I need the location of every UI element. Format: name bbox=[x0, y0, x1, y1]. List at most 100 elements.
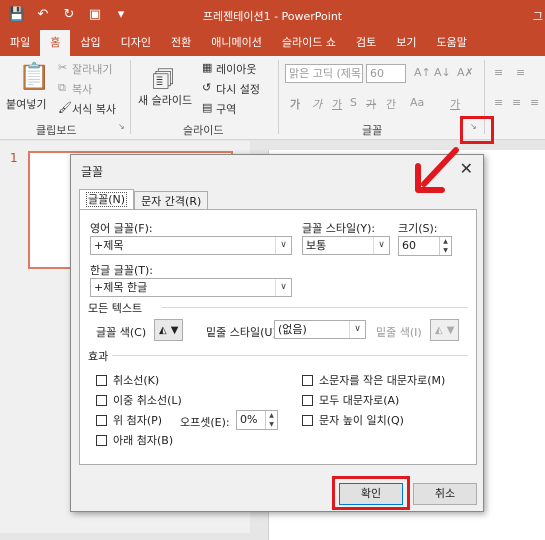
tab-home[interactable]: 홈 bbox=[40, 30, 71, 56]
reset-icon[interactable]: ↺ bbox=[202, 81, 211, 94]
asian-font-label: 한글 글꼴(T): bbox=[90, 264, 153, 277]
tab-review[interactable]: 검토 bbox=[346, 30, 386, 56]
font-name-combo[interactable]: 맑은 고딕 (제목 bbox=[285, 64, 363, 83]
shrink-font-icon[interactable]: A↓ bbox=[434, 66, 451, 79]
cut-button[interactable]: 잘라내기 bbox=[72, 61, 112, 77]
strikethrough-icon[interactable]: 가 bbox=[366, 96, 376, 112]
chevron-down-icon: ∨ bbox=[275, 279, 291, 296]
tab-design[interactable]: 디자인 bbox=[111, 30, 161, 56]
underline-style-label: 밑줄 스타일(U) bbox=[206, 326, 277, 339]
spinner-arrows-icon[interactable]: ▲ ▼ bbox=[439, 237, 451, 255]
copy-icon[interactable]: ⧉ bbox=[58, 81, 66, 95]
clipboard-group-label: 클립보드 bbox=[36, 124, 77, 137]
paint-bucket-icon: ◭ bbox=[435, 324, 443, 336]
font-tab-panel: 영어 글꼴(F): +제목 ∨ 글꼴 스타일(Y): 보통 ∨ 크기(S): 6… bbox=[79, 209, 477, 465]
new-slide-button[interactable]: 새 슬라이드 bbox=[138, 92, 192, 108]
underline-color-label: 밑줄 색(I) bbox=[376, 326, 422, 339]
all-caps-checkbox[interactable]: 모두 대문자로(A) bbox=[302, 392, 399, 408]
red-arrow-icon bbox=[415, 147, 459, 193]
spinner-arrows-icon[interactable]: ▲ ▼ bbox=[265, 411, 277, 429]
tab-transitions[interactable]: 전환 bbox=[161, 30, 201, 56]
font-style-combo[interactable]: 보통 ∨ bbox=[302, 236, 390, 255]
grow-font-icon[interactable]: A↑ bbox=[414, 66, 431, 79]
small-caps-checkbox[interactable]: 소문자를 작은 대문자로(M) bbox=[302, 372, 445, 388]
latin-font-combo[interactable]: +제목 ∨ bbox=[90, 236, 292, 255]
superscript-checkbox[interactable]: 위 첨자(P) bbox=[96, 412, 162, 428]
font-size-value: 60 bbox=[370, 67, 384, 80]
ribbon-separator bbox=[278, 60, 279, 134]
tab-insert[interactable]: 삽입 bbox=[70, 30, 110, 56]
latin-font-value: +제목 bbox=[94, 239, 124, 252]
chevron-down-icon: ∨ bbox=[349, 321, 365, 338]
copy-button[interactable]: 복사 bbox=[72, 81, 92, 97]
align-right-icon[interactable]: ≡ bbox=[530, 96, 539, 109]
paint-bucket-icon: ◭ bbox=[159, 324, 167, 336]
underline-color-button[interactable]: ◭ ▼ bbox=[430, 319, 460, 341]
layout-button[interactable]: 레이아웃 bbox=[216, 61, 256, 77]
cancel-button[interactable]: 취소 bbox=[413, 483, 477, 505]
section-button[interactable]: 구역 bbox=[216, 101, 236, 117]
slides-group-label: 슬라이드 bbox=[183, 124, 224, 137]
font-color-button[interactable]: ◭ ▼ bbox=[154, 319, 184, 341]
section-icon[interactable]: ▤ bbox=[202, 101, 212, 114]
char-spacing-icon[interactable]: 간 bbox=[386, 96, 396, 112]
format-painter-icon[interactable]: 🖌 bbox=[58, 101, 72, 114]
offset-value: 0% bbox=[240, 413, 258, 426]
tab-slideshow[interactable]: 슬라이드 쇼 bbox=[272, 30, 346, 56]
paste-button[interactable]: 붙여넣기 bbox=[6, 96, 46, 112]
dialog-tabs: 글꼴(N) 문자 간격(R) bbox=[79, 189, 209, 209]
layout-icon[interactable]: ▦ bbox=[202, 61, 212, 74]
font-name-value: 맑은 고딕 (제목 bbox=[289, 67, 362, 80]
asian-font-combo[interactable]: +제목 한글 ∨ bbox=[90, 278, 292, 297]
all-text-section-label: 모든 텍스트 bbox=[88, 302, 143, 315]
ribbon-separator bbox=[130, 60, 131, 134]
dialog-title: 글꼴 bbox=[81, 165, 104, 179]
bullets-icon[interactable]: ≡ bbox=[494, 66, 503, 79]
tab-character-spacing[interactable]: 문자 간격(R) bbox=[134, 191, 209, 209]
clipboard-launcher-icon[interactable]: ↘ bbox=[118, 122, 125, 131]
tab-view[interactable]: 보기 bbox=[386, 30, 426, 56]
font-style-label: 글꼴 스타일(Y): bbox=[302, 222, 376, 235]
chevron-down-icon: ▼ bbox=[170, 324, 179, 336]
align-center-icon[interactable]: ≡ bbox=[512, 96, 521, 109]
effects-section-label: 효과 bbox=[88, 350, 109, 363]
offset-label: 오프셋(E): bbox=[180, 416, 230, 429]
font-size-combo[interactable]: 60 bbox=[366, 64, 406, 83]
underline-style-combo[interactable]: (없음) ∨ bbox=[274, 320, 366, 339]
slide-number: 1 bbox=[10, 151, 18, 165]
tab-file[interactable]: 파일 bbox=[0, 30, 40, 56]
bold-icon[interactable]: 가 bbox=[290, 96, 300, 112]
size-spinner[interactable]: 60 ▲ ▼ bbox=[398, 236, 452, 256]
tab-help[interactable]: 도움말 bbox=[426, 30, 476, 56]
equalize-height-checkbox[interactable]: 문자 높이 일치(Q) bbox=[302, 412, 404, 428]
numbering-icon[interactable]: ≡ bbox=[516, 66, 525, 79]
align-left-icon[interactable]: ≡ bbox=[494, 96, 503, 109]
change-case-icon[interactable]: Aa bbox=[410, 96, 424, 109]
italic-icon[interactable]: 가 bbox=[312, 96, 322, 112]
asian-font-value: +제목 한글 bbox=[94, 281, 148, 294]
ribbon-tabs: 파일 홈 삽입 디자인 전환 애니메이션 슬라이드 쇼 검토 보기 도움말 bbox=[0, 30, 545, 56]
underline-style-value: (없음) bbox=[278, 323, 307, 336]
chevron-down-icon: ∨ bbox=[373, 237, 389, 254]
offset-spinner[interactable]: 0% ▲ ▼ bbox=[236, 410, 278, 430]
clear-format-icon[interactable]: A✗ bbox=[457, 66, 474, 79]
chevron-down-icon: ▼ bbox=[446, 324, 455, 336]
font-color-icon[interactable]: 가 bbox=[450, 96, 460, 112]
tab-font[interactable]: 글꼴(N) bbox=[79, 189, 135, 209]
reset-button[interactable]: 다시 설정 bbox=[216, 81, 260, 97]
ok-highlight bbox=[332, 476, 410, 510]
double-strikethrough-checkbox[interactable]: 이중 취소선(L) bbox=[96, 392, 182, 408]
shadow-icon[interactable]: S bbox=[350, 96, 357, 109]
chevron-down-icon: ∨ bbox=[275, 237, 291, 254]
subscript-checkbox[interactable]: 아래 첨자(B) bbox=[96, 432, 173, 448]
format-painter-button[interactable]: 서식 복사 bbox=[72, 101, 116, 117]
title-bar: 💾 ↶ ↻ ▣ ▾ 프레젠테이션1 - PowerPoint 그 bbox=[0, 0, 545, 30]
font-group-label: 글꼴 bbox=[362, 124, 383, 137]
strikethrough-checkbox[interactable]: 취소선(K) bbox=[96, 372, 159, 388]
cut-icon[interactable]: ✂ bbox=[58, 61, 67, 74]
paste-icon[interactable]: 📋 bbox=[18, 62, 50, 92]
font-dialog: 글꼴 ✕ 글꼴(N) 문자 간격(R) 영어 글꼴(F): +제목 ∨ 글꼴 스… bbox=[70, 154, 484, 512]
tab-animations[interactable]: 애니메이션 bbox=[201, 30, 272, 56]
size-value: 60 bbox=[402, 239, 416, 252]
underline-icon[interactable]: 가 bbox=[332, 96, 342, 112]
